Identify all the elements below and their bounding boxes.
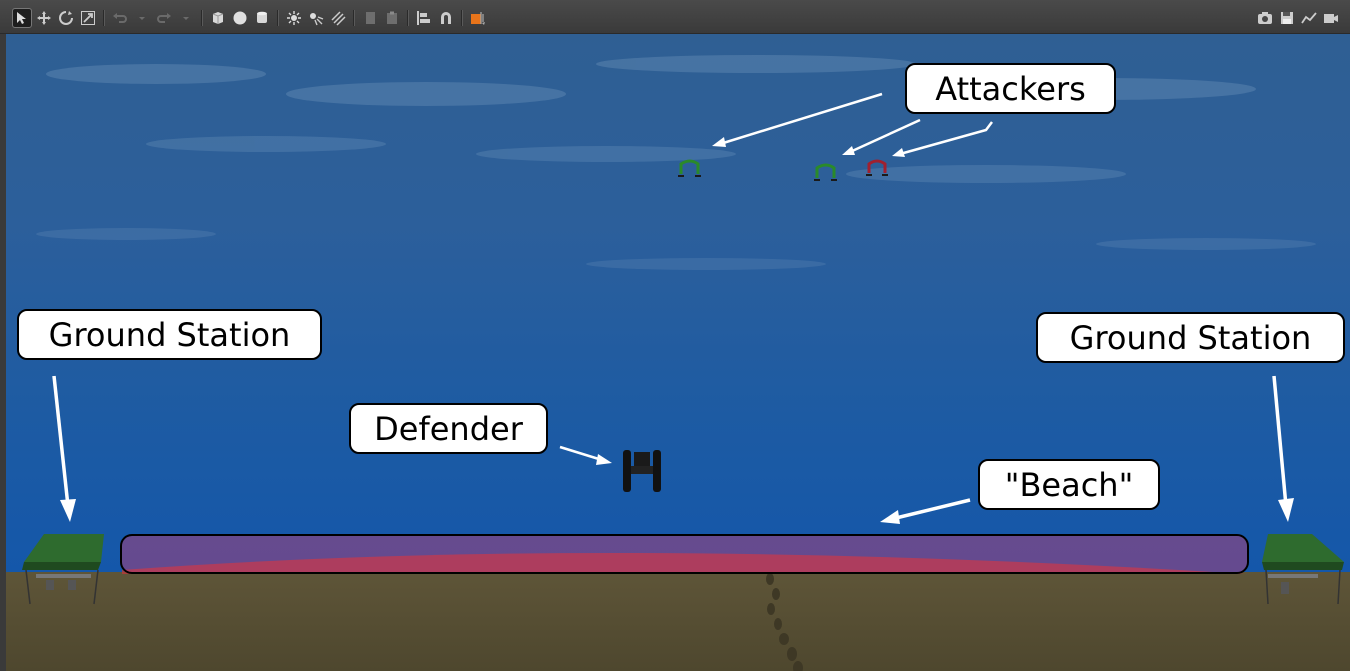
ground-station-left-label: Ground Station — [17, 309, 322, 360]
view-angle-icon[interactable] — [469, 9, 487, 27]
plot-icon[interactable] — [1300, 9, 1318, 27]
point-light-icon[interactable] — [285, 9, 303, 27]
beach-label: "Beach" — [978, 459, 1160, 510]
cylinder-shape-icon[interactable] — [253, 9, 271, 27]
attacker-boat-1 — [678, 159, 701, 177]
magnet-snap-icon[interactable] — [437, 9, 455, 27]
scale-mode-icon[interactable] — [79, 9, 97, 27]
screenshot-icon[interactable] — [1256, 9, 1274, 27]
paste-icon[interactable] — [383, 9, 401, 27]
directional-light-icon[interactable] — [329, 9, 347, 27]
toolbar-separator — [407, 10, 409, 26]
box-shape-icon[interactable] — [209, 9, 227, 27]
attacker-boat-2 — [814, 163, 837, 181]
toolbar-separator — [277, 10, 279, 26]
translate-mode-icon[interactable] — [35, 9, 53, 27]
gazebo-simulator-window: Attackers Ground Station Ground Station … — [0, 0, 1350, 671]
redo-icon[interactable] — [155, 9, 173, 27]
toolbar-separator — [201, 10, 203, 26]
beach-zone — [120, 534, 1249, 574]
sphere-shape-icon[interactable] — [231, 9, 249, 27]
water-surface — [36, 55, 1316, 270]
spot-light-icon[interactable] — [307, 9, 325, 27]
sand-ground — [6, 572, 1350, 671]
toolbar-separator — [103, 10, 105, 26]
align-icon[interactable] — [415, 9, 433, 27]
rotate-mode-icon[interactable] — [57, 9, 75, 27]
defender-label: Defender — [349, 403, 548, 454]
undo-icon[interactable] — [111, 9, 129, 27]
ground-station-right-label: Ground Station — [1036, 312, 1345, 363]
defender-boat — [623, 450, 661, 492]
toolbar-left-group — [12, 8, 487, 28]
toolbar — [0, 0, 1350, 34]
select-mode-icon[interactable] — [12, 8, 32, 28]
redo-history-icon[interactable] — [177, 9, 195, 27]
toolbar-separator — [461, 10, 463, 26]
toolbar-separator — [353, 10, 355, 26]
copy-icon[interactable] — [361, 9, 379, 27]
3d-viewport[interactable]: Attackers Ground Station Ground Station … — [6, 34, 1350, 671]
attackers-label: Attackers — [905, 63, 1116, 114]
record-video-icon[interactable] — [1322, 9, 1340, 27]
undo-history-icon[interactable] — [133, 9, 151, 27]
log-icon[interactable] — [1278, 9, 1296, 27]
toolbar-right-group — [1256, 9, 1340, 27]
